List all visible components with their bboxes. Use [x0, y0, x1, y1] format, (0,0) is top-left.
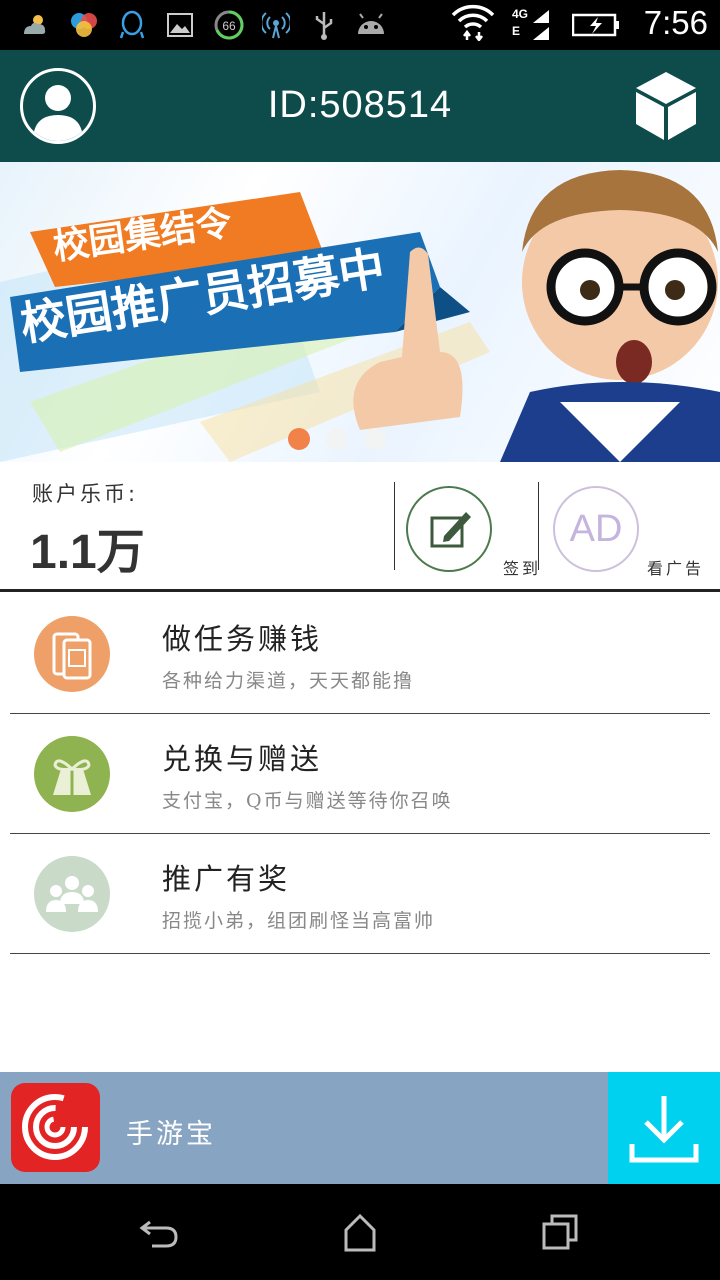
user-id-title: ID:508514 [267, 84, 453, 126]
checkin-label[interactable]: 签到 [503, 555, 541, 579]
feature-menu: 做任务赚钱 各种给力渠道，天天都能撸 兑换与赠送 支付宝，Q币与赠送等待你召唤 … [0, 594, 720, 954]
network-indicator: 4G E [512, 7, 529, 38]
wifi-icon [450, 4, 496, 41]
clock: 7:56 [643, 4, 708, 41]
android-icon [354, 8, 388, 42]
hotspot-icon [262, 8, 290, 42]
top-header: ID:508514 [0, 50, 720, 162]
app-icon [68, 8, 100, 42]
banner-pager [288, 428, 386, 450]
pager-dot[interactable] [364, 428, 386, 450]
status-bar: 66 4G E 7:56 [0, 0, 720, 50]
menu-item-tasks[interactable]: 做任务赚钱 各种给力渠道，天天都能撸 [10, 594, 710, 714]
app-name[interactable]: 手游宝 [126, 1112, 216, 1151]
menu-item-exchange[interactable]: 兑换与赠送 支付宝，Q币与赠送等待你召唤 [10, 714, 710, 834]
system-nav-bar [0, 1184, 720, 1280]
recents-icon[interactable] [536, 1208, 584, 1256]
battery-saver-icon: 66 [212, 8, 246, 42]
signal-icon [530, 8, 552, 42]
menu-title: 推广有奖 [162, 862, 291, 896]
svg-text:66: 66 [222, 19, 236, 33]
image-icon [166, 8, 194, 42]
menu-subtitle: 各种给力渠道，天天都能撸 [162, 670, 415, 692]
app-logo-icon[interactable] [11, 1083, 100, 1172]
menu-subtitle: 支付宝，Q币与赠送等待你召唤 [162, 790, 453, 812]
download-icon[interactable] [608, 1072, 720, 1184]
menu-title: 做任务赚钱 [162, 622, 323, 656]
phone-earn-icon [34, 616, 110, 692]
weather-icon [20, 8, 50, 42]
balance-value: 1.1万 [30, 526, 145, 579]
promo-banner[interactable]: 校园集结令 校园推广员招募中 [0, 162, 720, 462]
balance-label: 账户乐币: [32, 482, 139, 506]
cube-icon[interactable] [634, 70, 698, 142]
usb-icon [312, 8, 336, 42]
watch-ad-label[interactable]: 看广告 [647, 555, 704, 579]
app-ad-bar[interactable]: 手游宝 [0, 1072, 720, 1184]
menu-subtitle: 招揽小弟，组团刷怪当高富帅 [162, 910, 436, 932]
checkin-icon[interactable] [406, 486, 492, 572]
back-icon[interactable] [136, 1208, 184, 1256]
home-icon[interactable] [336, 1208, 384, 1256]
divider [394, 482, 395, 570]
battery-icon [572, 8, 620, 42]
account-panel: 账户乐币: 1.1万 签到 AD 看广告 [0, 462, 720, 592]
menu-title: 兑换与赠送 [162, 742, 323, 776]
divider [538, 482, 539, 570]
pager-dot-active[interactable] [288, 428, 310, 450]
pager-dot[interactable] [326, 428, 348, 450]
qq-icon [118, 8, 146, 42]
gift-icon [34, 736, 110, 812]
group-icon [34, 856, 110, 932]
menu-item-promote[interactable]: 推广有奖 招揽小弟，组团刷怪当高富帅 [10, 834, 710, 954]
ad-icon[interactable]: AD [553, 486, 639, 572]
